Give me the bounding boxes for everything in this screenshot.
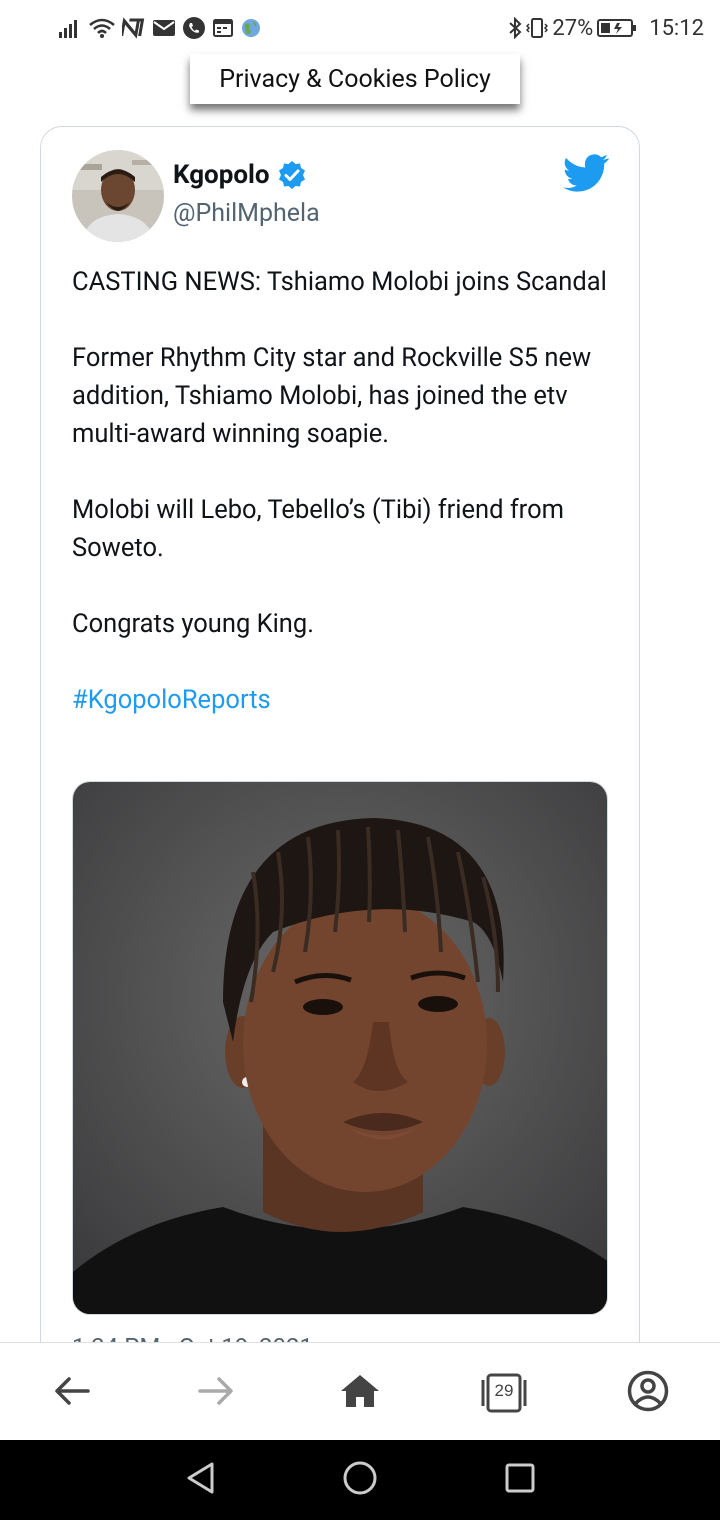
- tweet-paragraph: Former Rhythm City star and Rockville S5…: [72, 343, 592, 449]
- tabs-icon: 29: [480, 1372, 528, 1414]
- arrow-right-icon: [198, 1376, 234, 1410]
- back-button[interactable]: [46, 1367, 98, 1419]
- nav-recents-button[interactable]: [500, 1460, 540, 1500]
- battery-icon: [597, 16, 637, 40]
- author-name-text: Kgopolo: [173, 160, 270, 190]
- verified-badge-icon: [276, 159, 308, 191]
- mail-icon: [152, 16, 176, 40]
- nav-home-button[interactable]: [340, 1460, 380, 1500]
- avatar[interactable]: [72, 150, 164, 242]
- privacy-cookies-policy-button[interactable]: Privacy & Cookies Policy: [190, 54, 520, 104]
- battery-percent: 27%: [552, 15, 594, 41]
- status-bar-left: [58, 14, 262, 42]
- tweet-author-handle[interactable]: @PhilMphela: [173, 199, 320, 228]
- profile-icon: [627, 1370, 669, 1416]
- bluetooth-icon: [508, 16, 522, 40]
- status-bar: 27% 15:12: [0, 0, 720, 56]
- wifi-icon: [88, 16, 116, 40]
- status-bar-right: 27% 15:12: [508, 14, 704, 42]
- tab-count: 29: [494, 1381, 514, 1400]
- vibrate-icon: [526, 16, 549, 40]
- browser-toolbar: 29: [0, 1342, 720, 1440]
- signal-icon: [58, 16, 82, 40]
- hashtag-link[interactable]: #KgopoloReports: [72, 681, 612, 719]
- circle-home-icon: [342, 1460, 378, 1500]
- tabs-button[interactable]: 29: [478, 1367, 530, 1419]
- tweet-paragraph: Congrats young King.: [72, 609, 314, 639]
- phone-icon: [182, 16, 206, 40]
- home-icon: [339, 1373, 381, 1413]
- twitter-bird-icon[interactable]: [563, 153, 609, 193]
- triangle-back-icon: [185, 1461, 215, 1499]
- android-navigation-bar: [0, 1440, 720, 1520]
- tweet-author-name[interactable]: Kgopolo: [173, 159, 308, 191]
- globe-icon: [240, 16, 262, 40]
- square-recents-icon: [504, 1462, 536, 1498]
- home-button[interactable]: [334, 1367, 386, 1419]
- calendar-icon: [212, 16, 234, 40]
- tweet-paragraph: Molobi will Lebo, Tebello’s (Tibi) frien…: [72, 495, 564, 563]
- forward-button[interactable]: [190, 1367, 242, 1419]
- arrow-left-icon: [54, 1376, 90, 1410]
- clock-time: 15:12: [649, 15, 704, 41]
- nfc-icon: [122, 16, 146, 40]
- tweet-text: CASTING NEWS: Tshiamo Molobi joins Scand…: [72, 263, 612, 719]
- nav-back-button[interactable]: [180, 1460, 220, 1500]
- profile-button[interactable]: [622, 1367, 674, 1419]
- tweet-paragraph: CASTING NEWS: Tshiamo Molobi joins Scand…: [72, 267, 607, 297]
- tweet-photo[interactable]: [72, 781, 608, 1315]
- tweet-card[interactable]: Kgopolo @PhilMphela CASTING NEWS: Tshiam…: [40, 126, 640, 1426]
